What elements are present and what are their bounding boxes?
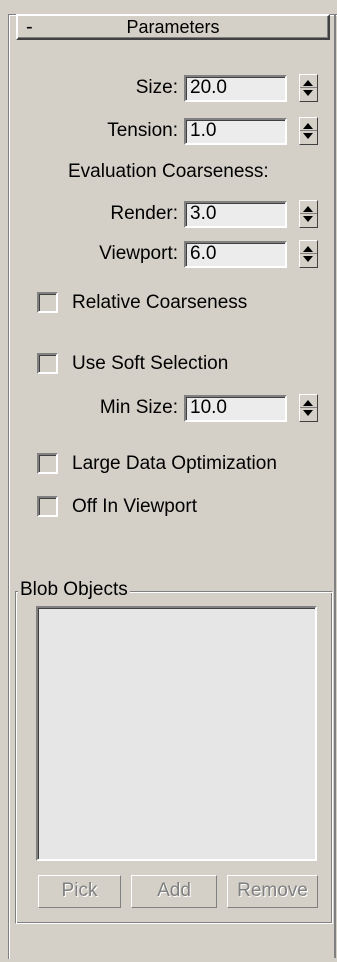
evaluation-coarseness-heading: Evaluation Coarseness:	[68, 161, 269, 182]
blob-objects-title: Blob Objects	[18, 578, 130, 602]
large-data-optimization-checkbox[interactable]	[37, 453, 58, 474]
viewport-field[interactable]: 6.0	[184, 241, 287, 268]
spinner-up-icon[interactable]	[303, 400, 313, 406]
off-in-viewport-checkbox[interactable]	[37, 496, 58, 517]
min-size-field[interactable]: 10.0	[184, 395, 287, 422]
spinner-up-icon[interactable]	[303, 80, 313, 86]
spinner-down-icon[interactable]	[303, 216, 313, 222]
blob-objects-list[interactable]	[36, 606, 317, 861]
spinner-up-icon[interactable]	[303, 123, 313, 129]
size-label: Size:	[135, 77, 178, 98]
size-field[interactable]: 20.0	[184, 75, 287, 102]
add-button[interactable]: Add	[131, 875, 217, 908]
spinner-up-icon[interactable]	[303, 246, 313, 252]
min-size-spinner[interactable]	[299, 394, 318, 422]
large-data-optimization-label[interactable]: Large Data Optimization	[72, 452, 277, 476]
render-spinner[interactable]	[299, 200, 318, 228]
spinner-down-icon[interactable]	[303, 256, 313, 262]
spinner-down-icon[interactable]	[303, 90, 313, 96]
relative-coarseness-checkbox[interactable]	[37, 292, 58, 313]
rollout-header-parameters[interactable]: - Parameters	[16, 14, 330, 40]
min-size-label: Min Size:	[99, 397, 178, 418]
use-soft-selection-checkbox[interactable]	[37, 353, 58, 374]
viewport-label: Viewport:	[99, 243, 178, 264]
tension-spinner[interactable]	[299, 117, 318, 145]
spinner-up-icon[interactable]	[303, 206, 313, 212]
spinner-down-icon[interactable]	[303, 133, 313, 139]
rollout-frame-edge	[334, 14, 336, 958]
spinner-down-icon[interactable]	[303, 410, 313, 416]
tension-label: Tension:	[107, 120, 178, 141]
use-soft-selection-label[interactable]: Use Soft Selection	[72, 352, 228, 376]
rollout-title: Parameters	[126, 17, 220, 37]
size-spinner[interactable]	[299, 74, 318, 102]
relative-coarseness-label[interactable]: Relative Coarseness	[72, 291, 247, 315]
viewport-spinner[interactable]	[299, 240, 318, 268]
remove-button[interactable]: Remove	[227, 875, 318, 908]
tension-field[interactable]: 1.0	[184, 118, 287, 145]
render-field[interactable]: 3.0	[184, 201, 287, 228]
render-label: Render:	[110, 203, 178, 224]
pick-button[interactable]: Pick	[38, 875, 121, 908]
off-in-viewport-label[interactable]: Off In Viewport	[72, 495, 197, 519]
